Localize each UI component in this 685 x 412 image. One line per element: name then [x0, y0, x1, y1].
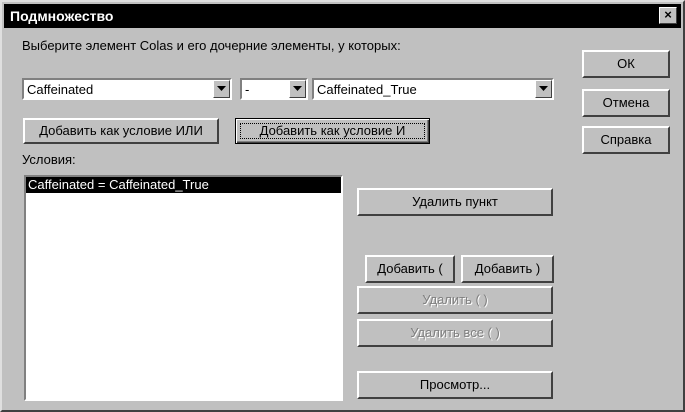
close-icon[interactable]: ×: [659, 7, 677, 24]
instruction-label: Выберите элемент Colas и его дочерние эл…: [22, 38, 401, 53]
delete-parens-button[interactable]: Удалить ( ): [357, 286, 553, 314]
element-combo-value: Caffeinated: [27, 82, 94, 97]
delete-item-label: Удалить пункт: [412, 194, 498, 209]
cancel-button[interactable]: Отмена: [582, 89, 670, 117]
window-title: Подмножество: [10, 8, 114, 24]
add-open-paren-label: Добавить (: [377, 261, 443, 276]
chevron-down-icon[interactable]: [289, 80, 306, 98]
cancel-label: Отмена: [602, 95, 650, 110]
list-item-text: Caffeinated = Caffeinated_True: [28, 177, 209, 192]
chevron-down-icon[interactable]: [535, 80, 552, 98]
conditions-label: Условия:: [22, 152, 76, 167]
help-button[interactable]: Справка: [582, 126, 670, 154]
delete-all-parens-button[interactable]: Удалить все ( ): [357, 319, 553, 347]
value-combo-value: Caffeinated_True: [317, 82, 417, 97]
delete-parens-label: Удалить ( ): [422, 292, 488, 307]
list-item[interactable]: Caffeinated = Caffeinated_True: [26, 177, 341, 193]
operator-combo[interactable]: -: [240, 78, 308, 100]
subset-dialog: Подмножество × Выберите элемент Colas и …: [0, 0, 685, 412]
delete-all-parens-label: Удалить все ( ): [410, 325, 500, 340]
add-and-condition-button[interactable]: Добавить как условие И: [235, 118, 430, 144]
ok-button[interactable]: ОК: [582, 50, 670, 78]
element-combo[interactable]: Caffeinated: [22, 78, 232, 100]
title-bar: Подмножество ×: [4, 4, 681, 28]
preview-button[interactable]: Просмотр...: [357, 371, 553, 399]
ok-label: ОК: [617, 56, 635, 71]
conditions-list[interactable]: Caffeinated = Caffeinated_True: [24, 175, 343, 401]
value-combo[interactable]: Caffeinated_True: [312, 78, 554, 100]
chevron-down-icon[interactable]: [213, 80, 230, 98]
delete-item-button[interactable]: Удалить пункт: [357, 188, 553, 216]
add-open-paren-button[interactable]: Добавить (: [365, 255, 455, 283]
operator-combo-value: -: [245, 82, 250, 97]
add-close-paren-button[interactable]: Добавить ): [461, 255, 554, 283]
help-label: Справка: [600, 132, 652, 147]
add-or-condition-label: Добавить как условие ИЛИ: [39, 123, 203, 138]
add-and-condition-label: Добавить как условие И: [259, 123, 406, 138]
preview-label: Просмотр...: [419, 377, 491, 392]
add-or-condition-button[interactable]: Добавить как условие ИЛИ: [23, 118, 219, 144]
add-close-paren-label: Добавить ): [474, 261, 541, 276]
